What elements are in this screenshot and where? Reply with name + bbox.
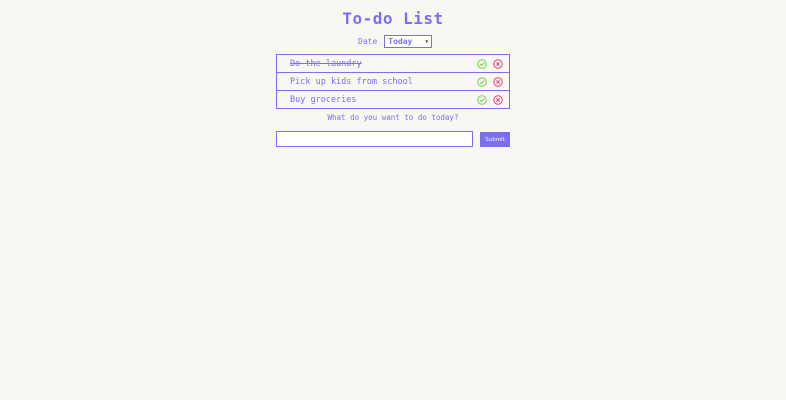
todo-item: Buy groceries: [277, 91, 509, 108]
page-title: To-do List: [342, 9, 444, 28]
todo-list: Do the laundry Pick up kids from school: [276, 54, 510, 109]
todo-item-text: Buy groceries: [290, 94, 357, 105]
todo-actions: [477, 94, 509, 105]
date-label: Date: [358, 37, 378, 46]
check-circle-icon[interactable]: [477, 94, 487, 105]
submit-button[interactable]: Submit: [480, 132, 510, 147]
date-filter: Date Today ▼: [358, 35, 433, 48]
x-circle-icon[interactable]: [493, 76, 503, 87]
todo-item: Do the laundry: [277, 55, 509, 73]
todo-item: Pick up kids from school: [277, 73, 509, 91]
check-circle-icon[interactable]: [477, 76, 487, 87]
date-select-value: Today: [388, 37, 413, 46]
todo-input[interactable]: [276, 131, 473, 147]
todo-actions: [477, 58, 509, 69]
todo-prompt: What do you want to do today?: [327, 113, 459, 122]
todo-item-text: Do the laundry: [290, 58, 362, 69]
date-select[interactable]: Today ▼: [384, 35, 433, 48]
x-circle-icon[interactable]: [493, 94, 503, 105]
caret-down-icon: ▼: [425, 38, 429, 45]
todo-actions: [477, 76, 509, 87]
todo-item-text: Pick up kids from school: [290, 76, 413, 87]
check-circle-icon[interactable]: [477, 58, 487, 69]
todo-app: To-do List Date Today ▼ Do the laundry P…: [0, 0, 786, 400]
x-circle-icon[interactable]: [493, 58, 503, 69]
